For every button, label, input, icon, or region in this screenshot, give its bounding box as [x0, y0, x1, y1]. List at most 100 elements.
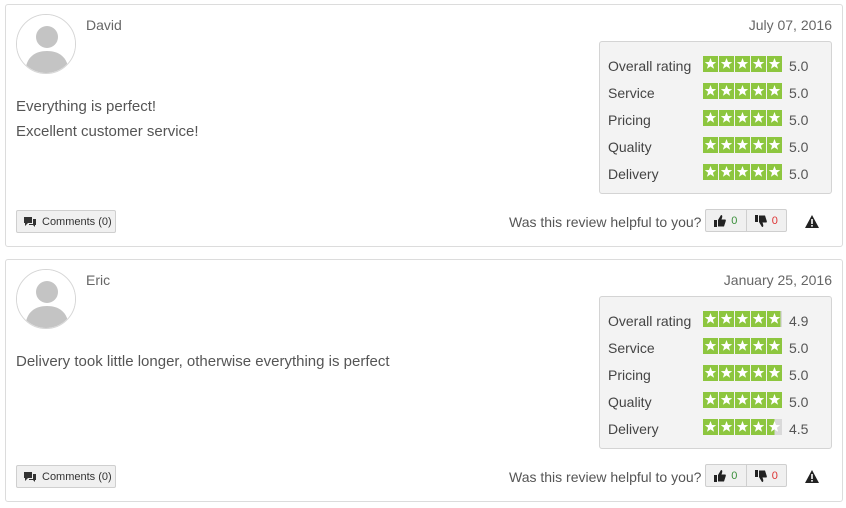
review-author: David [86, 17, 122, 33]
rating-row: Delivery 4.5 [608, 419, 828, 439]
rating-row: Quality 5.0 [608, 392, 828, 412]
user-avatar-icon [16, 14, 76, 74]
star-rating [703, 137, 782, 153]
star-icon [751, 338, 766, 354]
star-icon [735, 338, 750, 354]
star-icon [719, 110, 734, 126]
star-icon [735, 419, 750, 435]
rating-value: 4.5 [789, 421, 809, 437]
star-rating [703, 392, 782, 408]
vote-up-count: 0 [731, 214, 738, 227]
thumbs-down-icon [754, 469, 767, 482]
rating-value: 5.0 [789, 394, 809, 410]
star-icon [703, 110, 718, 126]
review-text: Everything is perfect! Excellent customer… [16, 94, 199, 144]
star-rating [703, 338, 782, 354]
rating-label: Overall rating [608, 313, 692, 329]
review-card: David July 07, 2016 Everything is perfec… [5, 4, 843, 247]
star-icon [751, 392, 766, 408]
rating-row: Service 5.0 [608, 338, 828, 358]
review-card: Eric January 25, 2016 Delivery took litt… [5, 259, 843, 502]
rating-label: Quality [608, 394, 652, 410]
rating-value: 5.0 [789, 340, 809, 356]
vote-up-count: 0 [731, 469, 738, 482]
star-icon [719, 365, 734, 381]
star-icon [703, 311, 718, 327]
comments-label: Comments (0) [42, 215, 112, 228]
star-rating [703, 56, 782, 72]
rating-value: 5.0 [789, 58, 809, 74]
vote-buttons: 0 0 [705, 464, 787, 487]
vote-down-count: 0 [771, 214, 778, 227]
star-icon [735, 164, 750, 180]
star-icon [735, 83, 750, 99]
comments-button[interactable]: Comments (0) [16, 210, 116, 233]
rating-value: 5.0 [789, 166, 809, 182]
review-text: Delivery took little longer, otherwise e… [16, 349, 390, 374]
star-icon [719, 83, 734, 99]
user-avatar-icon [16, 269, 76, 329]
helpful-prompt: Was this review helpful to you? [509, 469, 702, 485]
star-icon [719, 419, 734, 435]
rating-value: 5.0 [789, 85, 809, 101]
rating-row: Service 5.0 [608, 83, 828, 103]
star-icon [751, 56, 766, 72]
star-icon [703, 56, 718, 72]
star-icon [735, 56, 750, 72]
review-author: Eric [86, 272, 111, 288]
rating-value: 4.9 [789, 313, 809, 329]
comments-button[interactable]: Comments (0) [16, 465, 116, 488]
star-icon [767, 338, 782, 354]
star-icon [751, 137, 766, 153]
rating-label: Overall rating [608, 58, 692, 74]
star-icon [751, 110, 766, 126]
star-icon [751, 365, 766, 381]
review-text-line: Excellent customer service! [16, 123, 199, 140]
star-icon [703, 164, 718, 180]
rating-value: 5.0 [789, 367, 809, 383]
comments-label: Comments (0) [42, 470, 112, 483]
vote-down-button[interactable]: 0 [745, 465, 787, 486]
thumbs-up-icon [714, 469, 727, 482]
star-icon [735, 110, 750, 126]
review-date: July 07, 2016 [748, 17, 832, 33]
rating-label: Service [608, 340, 655, 356]
star-rating [703, 110, 782, 126]
vote-up-button[interactable]: 0 [706, 210, 746, 231]
star-icon [767, 56, 782, 72]
rating-row: Overall rating 5.0 [608, 56, 828, 76]
vote-down-button[interactable]: 0 [745, 210, 787, 231]
rating-label: Service [608, 85, 655, 101]
ratings-panel: Overall rating 5.0 Service 5.0 Pricing 5.0 Qua… [599, 41, 832, 194]
thumbs-down-icon [754, 214, 767, 227]
star-icon [719, 56, 734, 72]
star-icon [703, 419, 718, 435]
review-date: January 25, 2016 [723, 272, 832, 288]
warning-icon[interactable] [805, 215, 819, 228]
ratings-panel: Overall rating 4.9 Service 5.0 Pricing 5.0 Qua… [599, 296, 832, 449]
warning-icon[interactable] [805, 470, 819, 483]
star-icon [703, 338, 718, 354]
vote-up-button[interactable]: 0 [706, 465, 746, 486]
star-rating [703, 83, 782, 99]
star-icon [751, 419, 766, 435]
review-text-line: Everything is perfect! [16, 98, 157, 115]
star-icon [735, 311, 750, 327]
comments-icon [24, 471, 36, 482]
star-icon [751, 164, 766, 180]
rating-row: Quality 5.0 [608, 137, 828, 157]
star-icon [719, 392, 734, 408]
star-icon [735, 392, 750, 408]
star-icon [735, 137, 750, 153]
comments-icon [24, 216, 36, 227]
rating-value: 5.0 [789, 112, 809, 128]
rating-label: Pricing [608, 367, 651, 383]
rating-label: Quality [608, 139, 652, 155]
star-icon [719, 137, 734, 153]
star-icon [767, 164, 782, 180]
review-text-line: Delivery took little longer, otherwise e… [16, 353, 390, 370]
rating-label: Pricing [608, 112, 651, 128]
star-icon [751, 311, 766, 327]
star-icon [767, 83, 782, 99]
star-icon [703, 83, 718, 99]
